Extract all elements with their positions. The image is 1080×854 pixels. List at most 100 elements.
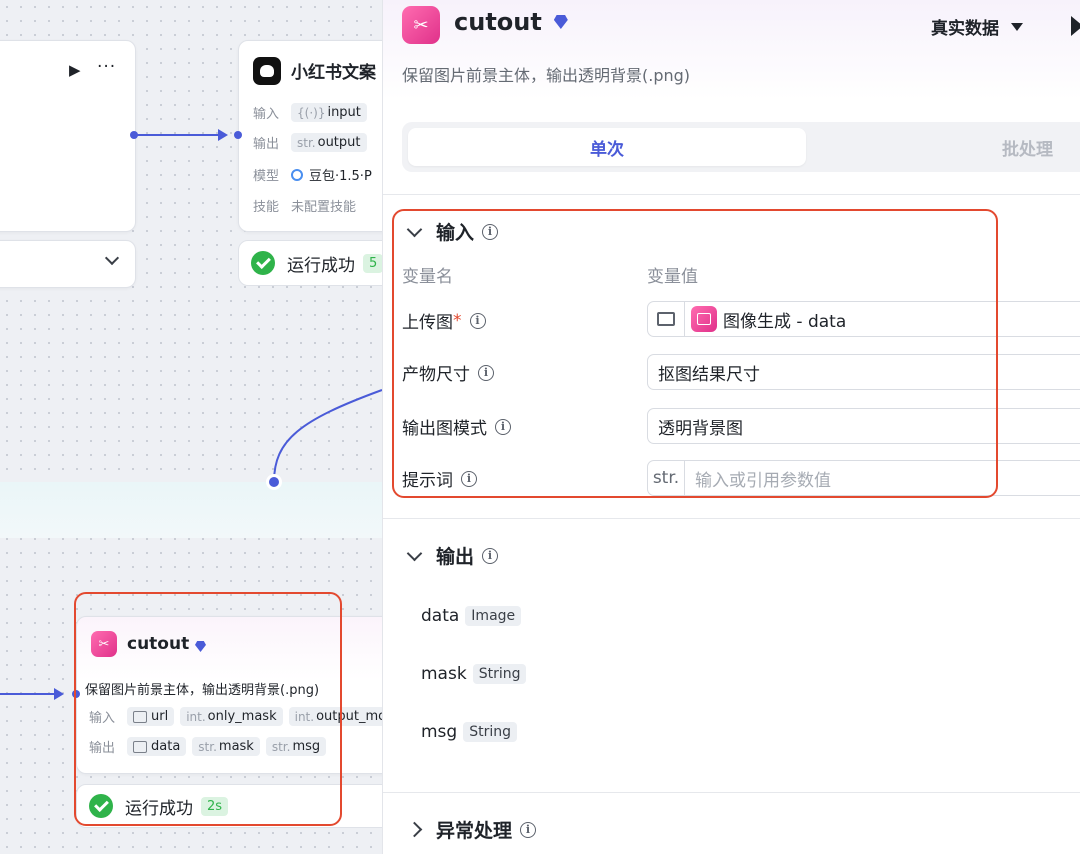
group-band	[0, 482, 382, 538]
row-label: 模型	[253, 169, 280, 184]
type-prefix: str.	[648, 461, 685, 495]
panel-title: cutout	[454, 8, 542, 36]
edge-top-arrow	[218, 129, 228, 141]
node-title: cutout	[127, 634, 190, 654]
row-label: 输出	[89, 741, 116, 756]
param-label: 产物尺寸	[402, 365, 470, 385]
data-tag: data	[127, 737, 187, 756]
cutout-node-status[interactable]: 运行成功 2s	[76, 784, 382, 828]
section-title: 输出	[436, 546, 475, 568]
check-circle-icon	[251, 251, 275, 275]
chevron-down-icon	[406, 545, 423, 561]
section-title: 输入	[436, 222, 475, 244]
status-text: 运行成功	[287, 255, 355, 276]
upload-image-field[interactable]: 图像生成 - data	[647, 301, 1080, 337]
param-upload-image: 上传图 * i	[402, 308, 486, 333]
node-config-panel: ✂ cutout 真实数据 保留图片前景主体，输出透明背景(.png) 单次 批…	[382, 0, 1080, 854]
row-label: 输入	[89, 711, 116, 726]
output-item-mask: mask String	[421, 664, 527, 684]
output-item-msg: msg String	[421, 722, 517, 742]
port-dot[interactable]	[72, 690, 80, 698]
tab-batch[interactable]: 批处理	[1002, 135, 1053, 160]
more-icon[interactable]: ···	[97, 57, 116, 77]
info-icon[interactable]: i	[482, 223, 499, 240]
info-icon[interactable]: i	[495, 418, 511, 435]
mode-tabs: 单次 批处理	[402, 122, 1080, 172]
source-app-icon	[691, 306, 717, 332]
chevron-down-icon	[104, 250, 120, 266]
run-icon[interactable]: ▶	[69, 61, 81, 79]
output-row: 输出 str. output	[253, 133, 373, 152]
row-label: 输入	[253, 107, 280, 122]
premium-icon	[195, 641, 206, 652]
error-section-header[interactable]: 异常处理 i	[406, 816, 537, 843]
prompt-placeholder: 输入或引用参数值	[695, 470, 831, 491]
node-title: 小红书文案	[291, 63, 376, 83]
run-icon[interactable]	[1071, 16, 1080, 36]
output-type-badge: String	[472, 664, 527, 684]
skill-value: 未配置技能	[291, 200, 357, 215]
tab-single[interactable]: 单次	[408, 128, 806, 166]
top-node-status[interactable]: 运行成功 5	[238, 240, 382, 286]
input-section-header[interactable]: 输入 i	[406, 218, 499, 245]
cutout-node-card[interactable]: ✂ cutout 保留图片前景主体，输出透明背景(.png) 输入 url in…	[76, 616, 382, 774]
caret-down-icon	[1011, 22, 1023, 31]
node-description: 保留图片前景主体，输出透明背景(.png)	[85, 683, 320, 698]
info-icon[interactable]: i	[461, 470, 477, 487]
connection-handle[interactable]	[266, 474, 282, 490]
skill-row: 技能 未配置技能	[253, 196, 356, 215]
check-circle-icon	[89, 794, 113, 818]
mask-tag: str. mask	[192, 737, 260, 756]
cutout-app-icon: ✂	[402, 6, 440, 44]
param-output-mode: 输出图模式 i	[402, 414, 511, 439]
output-size-select[interactable]: 抠图结果尺寸	[647, 354, 1080, 390]
input-tag: {(·)} input	[291, 103, 367, 122]
divider	[383, 194, 1080, 195]
param-label: 输出图模式	[402, 419, 487, 439]
required-mark: *	[453, 310, 462, 331]
prev-node-dropdown[interactable]	[0, 240, 136, 288]
param-label: 提示词	[402, 471, 453, 491]
msg-tag: str. msg	[265, 737, 327, 756]
image-icon	[648, 302, 685, 336]
model-icon	[291, 168, 303, 181]
info-icon[interactable]: i	[520, 821, 537, 838]
panel-description: 保留图片前景主体，输出透明背景(.png)	[402, 66, 691, 85]
model-name: 豆包·1.5·P	[309, 169, 372, 184]
output-type-badge: Image	[465, 606, 522, 626]
edge-curve	[273, 389, 382, 483]
status-text: 运行成功	[125, 798, 193, 819]
output-section-header[interactable]: 输出 i	[406, 542, 499, 569]
column-header-name: 变量名	[402, 267, 453, 287]
url-tag: url	[127, 707, 175, 726]
port-dot[interactable]	[130, 131, 138, 139]
workflow-canvas[interactable]: ▶ ··· 小红书文案 输入 {(·)} input 输出 str. output …	[0, 0, 382, 854]
output-mode-tag: int.output_mod	[288, 707, 382, 726]
info-icon[interactable]: i	[478, 364, 494, 381]
prev-node-card[interactable]: ▶ ···	[0, 40, 136, 232]
output-name: msg	[421, 722, 458, 742]
panel-title-row: cutout	[454, 8, 568, 36]
data-mode-label: 真实数据	[931, 19, 999, 39]
section-title: 异常处理	[436, 820, 513, 842]
robot-icon	[253, 57, 281, 85]
output-name: mask	[421, 664, 467, 684]
data-mode-select[interactable]: 真实数据	[931, 14, 1023, 39]
prompt-input[interactable]: str. 输入或引用参数值	[647, 460, 1080, 496]
output-mode-select[interactable]: 透明背景图	[647, 408, 1080, 444]
param-output-size: 产物尺寸 i	[402, 360, 494, 385]
output-tag: str. output	[291, 133, 367, 152]
edge-bottom-arrow	[54, 688, 64, 700]
xiaohongshu-node-card[interactable]: 小红书文案 输入 {(·)} input 输出 str. output 模型 豆包·…	[238, 40, 382, 232]
row-label: 输出	[253, 137, 280, 152]
info-icon[interactable]: i	[482, 547, 499, 564]
info-icon[interactable]: i	[469, 312, 486, 329]
field-value: 抠图结果尺寸	[658, 364, 760, 385]
chevron-down-icon	[406, 221, 423, 237]
model-row: 模型 豆包·1.5·P	[253, 165, 372, 184]
port-dot[interactable]	[234, 131, 242, 139]
param-label: 上传图	[402, 313, 453, 333]
premium-icon	[553, 15, 568, 29]
value-source: 图像生成 - data	[723, 311, 847, 332]
divider	[383, 792, 1080, 793]
